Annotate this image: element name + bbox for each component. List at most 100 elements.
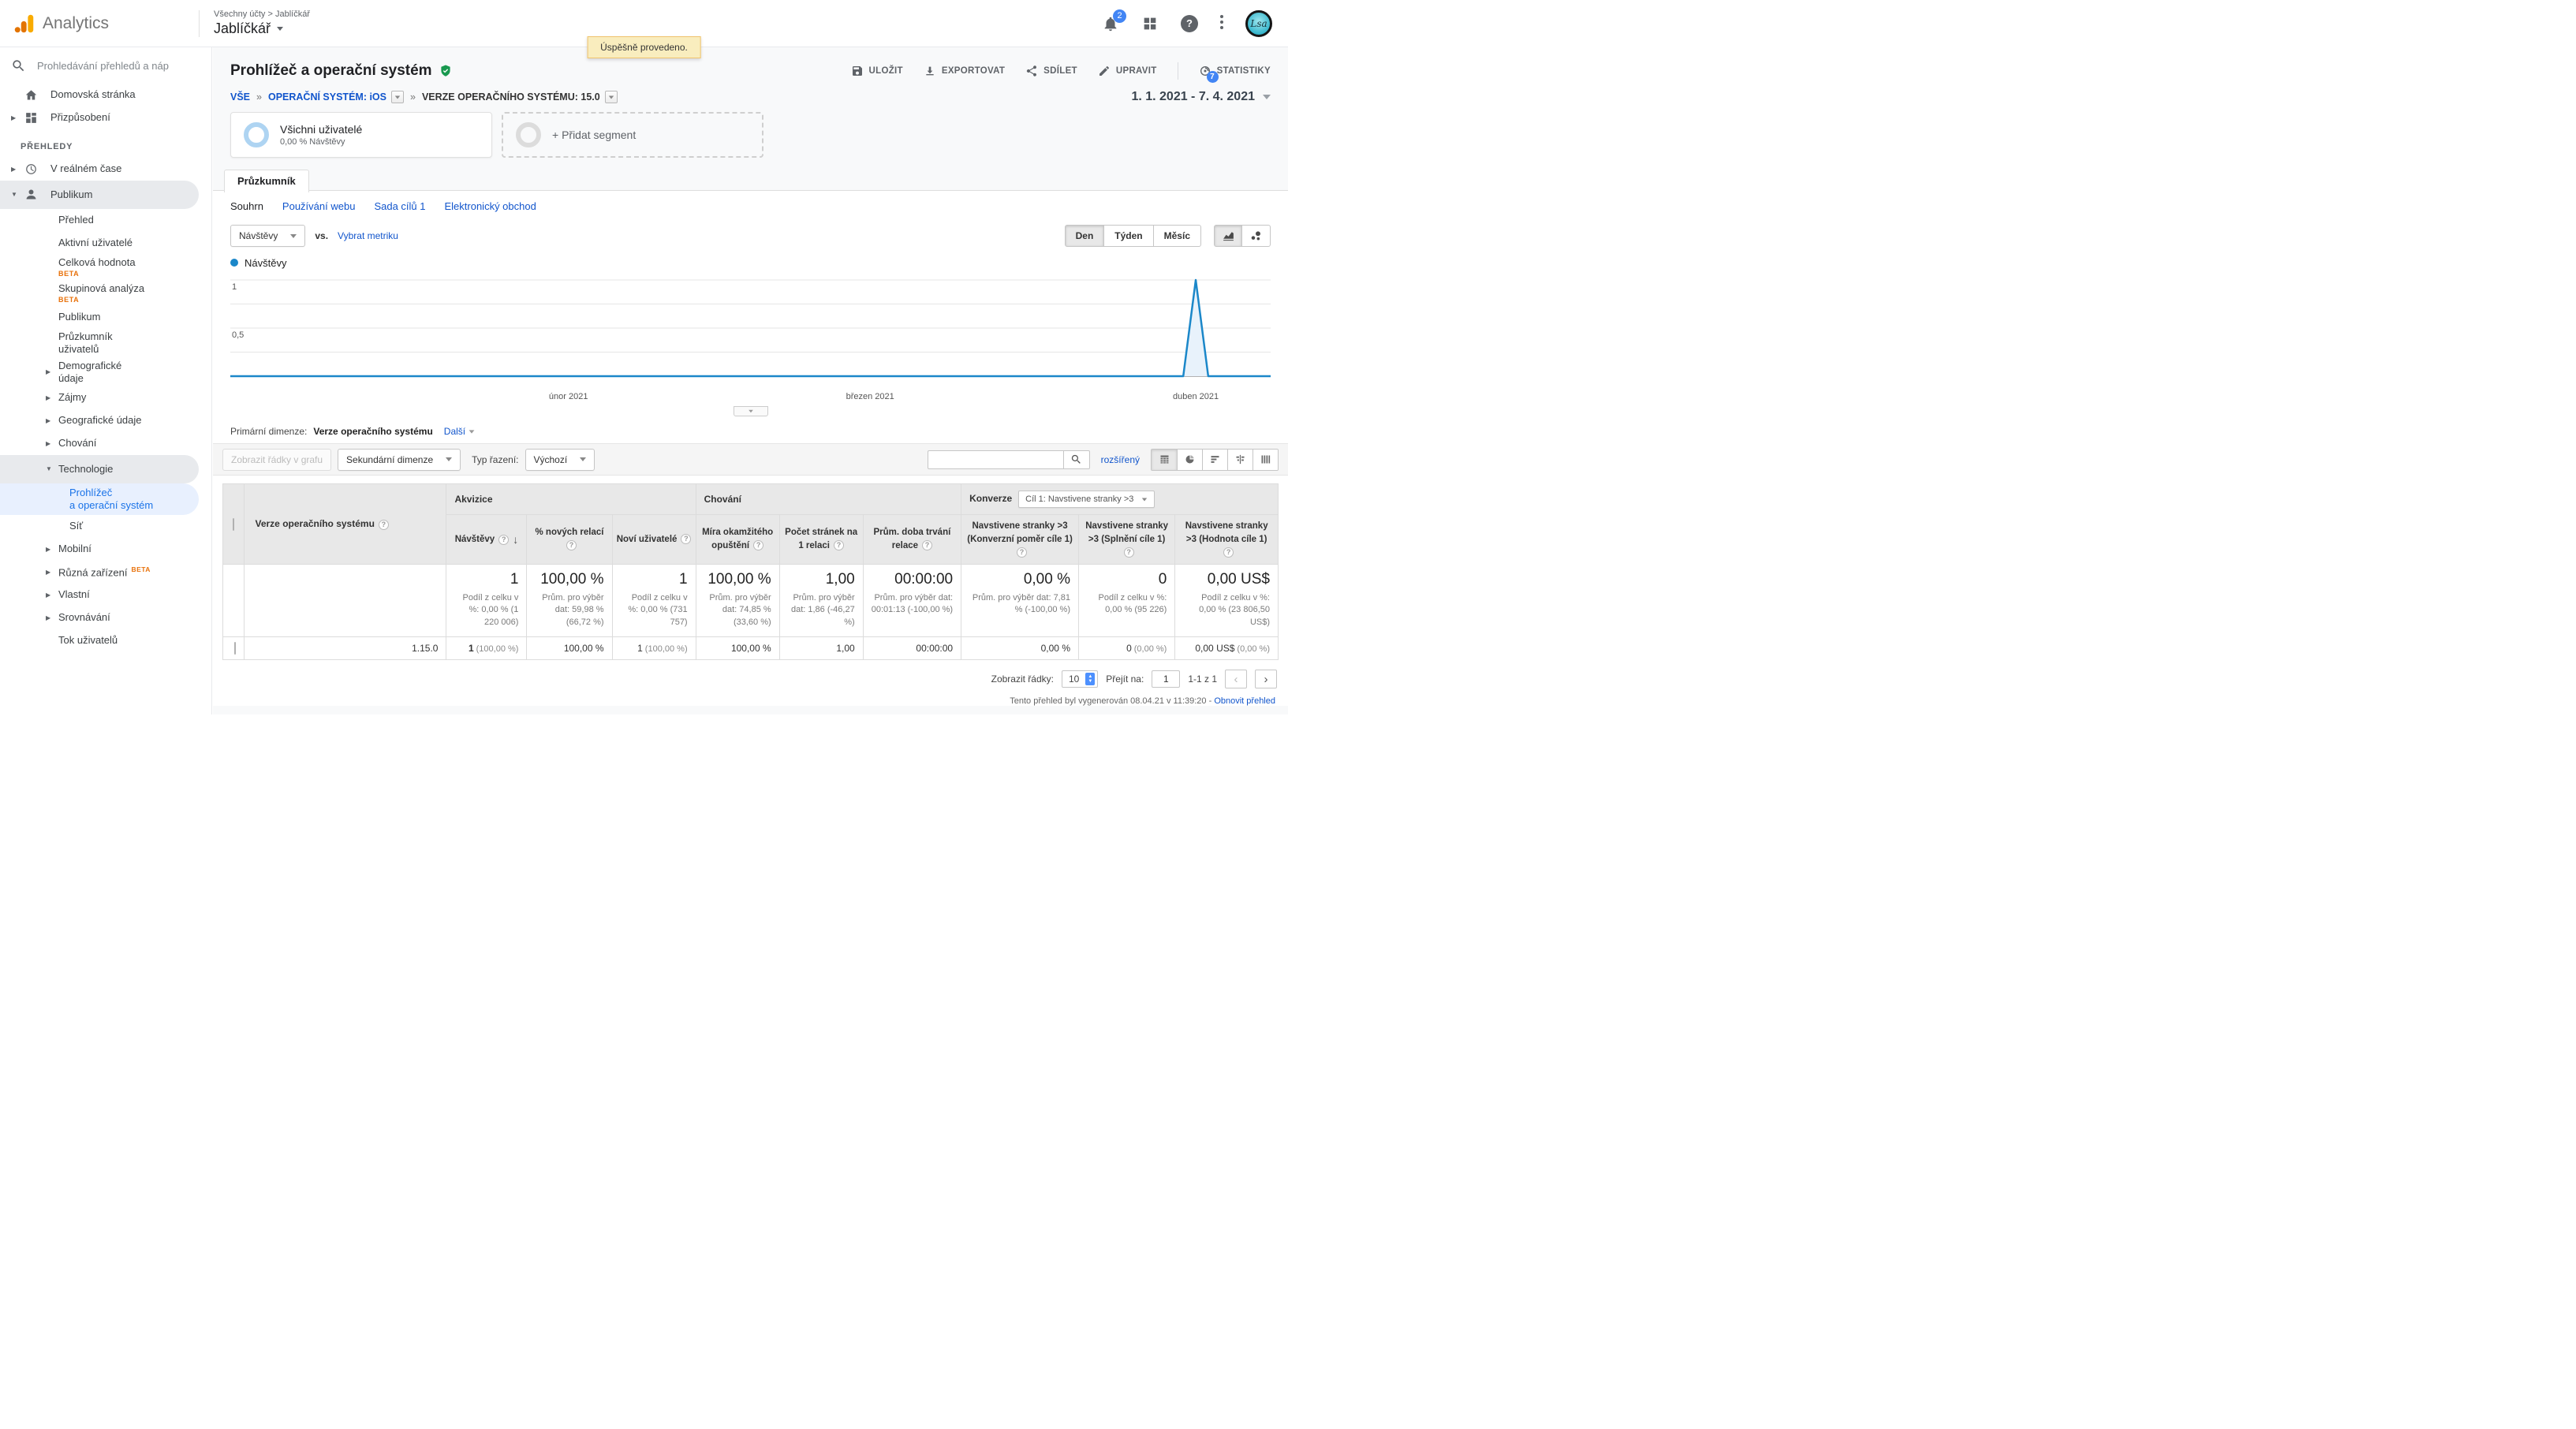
sidebar-item-geografické-údaje[interactable]: ▶Geografické údaje [0, 409, 211, 432]
column-header-7[interactable]: Navstivene stranky >3 (Splnění cíle 1)? [1078, 515, 1174, 565]
help-icon[interactable]: ? [922, 540, 932, 550]
notifications-bell-icon[interactable]: 2 [1102, 15, 1119, 32]
row-checkbox[interactable] [234, 642, 236, 655]
data-table-view-icon[interactable] [1152, 450, 1177, 470]
column-header-6[interactable]: Navstivene stranky >3 (Konverzní poměr c… [961, 515, 1079, 565]
help-icon[interactable]: ? [498, 535, 509, 545]
sidebar-item-chování[interactable]: ▶Chování [0, 432, 211, 455]
help-icon[interactable]: ? [1124, 547, 1134, 558]
subtab-pou-v-n-webu[interactable]: Používání webu [282, 200, 356, 212]
help-circle-icon[interactable]: ? [1181, 15, 1198, 32]
sidebar-item-aktivní-uživatelé[interactable]: Aktivní uživatelé [0, 232, 211, 255]
select-metric-link[interactable]: Vybrat metriku [338, 230, 398, 241]
granularity-měsíc[interactable]: Měsíc [1154, 225, 1201, 247]
sidebar-item-celková-hodnota[interactable]: Celková hodnotaBETA [0, 255, 211, 281]
column-header-2[interactable]: Noví uživatelé? [612, 515, 696, 565]
next-page-button[interactable]: › [1255, 670, 1277, 688]
apps-grid-icon[interactable] [1141, 15, 1159, 32]
subtab-souhrn[interactable]: Souhrn [230, 200, 263, 212]
dimension-column-header[interactable]: Verze operačního systému? [244, 484, 446, 565]
help-icon[interactable]: ? [834, 540, 844, 550]
prev-page-button[interactable]: ‹ [1225, 670, 1247, 688]
column-header-0[interactable]: Návštěvy?↓ [446, 515, 527, 565]
sidebar-item-průzkumník-uživatelů[interactable]: Průzkumník uživatelů [0, 329, 211, 358]
search-icon[interactable] [1063, 450, 1090, 469]
metric-dropdown[interactable]: Návštěvy [230, 225, 305, 247]
advanced-filter-link[interactable]: rozšířený [1101, 454, 1140, 465]
line-chart-icon[interactable] [1214, 225, 1242, 247]
sidebar-item-skupinová-analýza[interactable]: Skupinová analýzaBETA [0, 281, 211, 307]
sidebar-item-zájmy[interactable]: ▶Zájmy [0, 386, 211, 409]
sidebar-search[interactable] [0, 47, 211, 84]
help-icon[interactable]: ? [566, 540, 577, 550]
granularity-den[interactable]: Den [1065, 225, 1105, 247]
dimension-value[interactable]: 15.0 [420, 643, 438, 654]
percentage-view-icon[interactable] [1177, 450, 1202, 470]
rows-per-page-select[interactable]: 10 ▲▼ [1062, 670, 1098, 688]
sidebar-item-publikum[interactable]: ▼Publikum [0, 181, 199, 209]
help-icon[interactable]: ? [753, 540, 763, 550]
goal-selector-dropdown[interactable]: Cíl 1: Navstivene stranky >3 [1018, 491, 1155, 508]
column-header-4[interactable]: Počet stránek na 1 relaci? [779, 515, 863, 565]
column-header-1[interactable]: % nových relací? [527, 515, 612, 565]
filter-crumb-1[interactable]: OPERAČNÍ SYSTÉM: iOS [268, 91, 386, 103]
column-header-5[interactable]: Prům. doba trvání relace? [863, 515, 961, 565]
column-header-8[interactable]: Navstivene stranky >3 (Hodnota cíle 1)? [1175, 515, 1279, 565]
refresh-report-link[interactable]: Obnovit přehled [1214, 696, 1275, 706]
plot-rows-button[interactable]: Zobrazit řádky v grafu [222, 449, 331, 471]
help-icon[interactable]: ? [379, 520, 389, 530]
crumb-dropdown-button[interactable] [391, 91, 404, 103]
sort-type-dropdown[interactable]: Výchozí [525, 449, 595, 471]
sidebar-item-různá-zařízení[interactable]: ▶Různá zařízeníBETA [0, 561, 211, 584]
add-segment-button[interactable]: + Přidat segment [502, 112, 763, 158]
logo-area[interactable]: Analytics [0, 12, 199, 35]
sidebar-item-přehled[interactable]: Přehled [0, 209, 211, 232]
filter-crumb-0[interactable]: VŠE [230, 91, 250, 103]
account-breadcrumb[interactable]: Všechny účty > Jablíčkář [214, 9, 310, 19]
statistiky-button[interactable]: 7STATISTIKY [1199, 65, 1271, 77]
sidebar-item-prohlížeč-a-operační-systém[interactable]: Prohlížeč a operační systém [0, 483, 199, 515]
granularity-týden[interactable]: Týden [1104, 225, 1153, 247]
sidebar-item-vlastní[interactable]: ▶Vlastní [0, 584, 211, 606]
table-search-input[interactable] [928, 450, 1063, 469]
subtab-elektronick-obchod[interactable]: Elektronický obchod [444, 200, 536, 212]
chart-collapse-button[interactable] [734, 406, 768, 416]
crumb-dropdown-button[interactable] [605, 91, 618, 103]
sidebar-item-publikum[interactable]: Publikum [0, 306, 211, 329]
search-input[interactable] [35, 59, 200, 73]
comparison-view-icon[interactable] [1227, 450, 1253, 470]
upravit-button[interactable]: UPRAVIT [1098, 65, 1157, 77]
sidebar-item-demografické-údaje[interactable]: ▶Demografické údaje [0, 358, 211, 387]
sidebar-item-mobilní[interactable]: ▶Mobilní [0, 538, 211, 561]
tab-explorer[interactable]: Průzkumník [224, 170, 309, 192]
sidebar-item-v-reálném-čase[interactable]: ▶V reálném čase [0, 158, 211, 181]
segment-all-users[interactable]: Všichni uživatelé 0,00 % Návštěvy [230, 112, 492, 158]
more-dimensions-link[interactable]: Další [444, 426, 475, 437]
pivot-view-icon[interactable] [1253, 450, 1278, 470]
sidebar-item-srovnávání[interactable]: ▶Srovnávání [0, 606, 211, 629]
more-options-icon[interactable] [1220, 15, 1223, 32]
goto-page-input[interactable] [1152, 670, 1180, 688]
account-switcher[interactable]: Jablíčkář [214, 21, 310, 37]
sidebar-item-domovská-stránka[interactable]: Domovská stránka [0, 84, 211, 106]
exportovat-button[interactable]: EXPORTOVAT [924, 65, 1005, 77]
sdílet-button[interactable]: SDÍLET [1025, 65, 1077, 77]
help-icon[interactable]: ? [681, 534, 691, 544]
secondary-dimension-dropdown[interactable]: Sekundární dimenze [338, 449, 461, 471]
date-range-picker[interactable]: 1. 1. 2021 - 7. 4. 2021 [1131, 90, 1271, 104]
sidebar-item-přizpůsobení[interactable]: ▶Přizpůsobení [0, 106, 211, 129]
performance-view-icon[interactable] [1202, 450, 1227, 470]
subtab-sada-c-l-1[interactable]: Sada cílů 1 [374, 200, 425, 212]
sidebar-item-technologie[interactable]: ▼Technologie [0, 455, 199, 483]
help-icon[interactable]: ? [1223, 547, 1234, 558]
motion-chart-icon[interactable] [1242, 225, 1271, 247]
avatar[interactable]: Lsa [1245, 10, 1272, 37]
sidebar-item-tok-uživatelů[interactable]: Tok uživatelů [0, 629, 211, 652]
sidebar-item-síť[interactable]: Síť [0, 515, 211, 538]
chart-plot-area[interactable]: 10,5 [230, 272, 1271, 390]
primary-dimension-selected[interactable]: Verze operačního systému [313, 426, 432, 437]
uložit-button[interactable]: ULOŽIT [851, 65, 903, 77]
help-icon[interactable]: ? [1017, 547, 1027, 558]
column-header-3[interactable]: Míra okamžitého opuštění? [696, 515, 779, 565]
select-all-checkbox[interactable] [233, 518, 234, 531]
